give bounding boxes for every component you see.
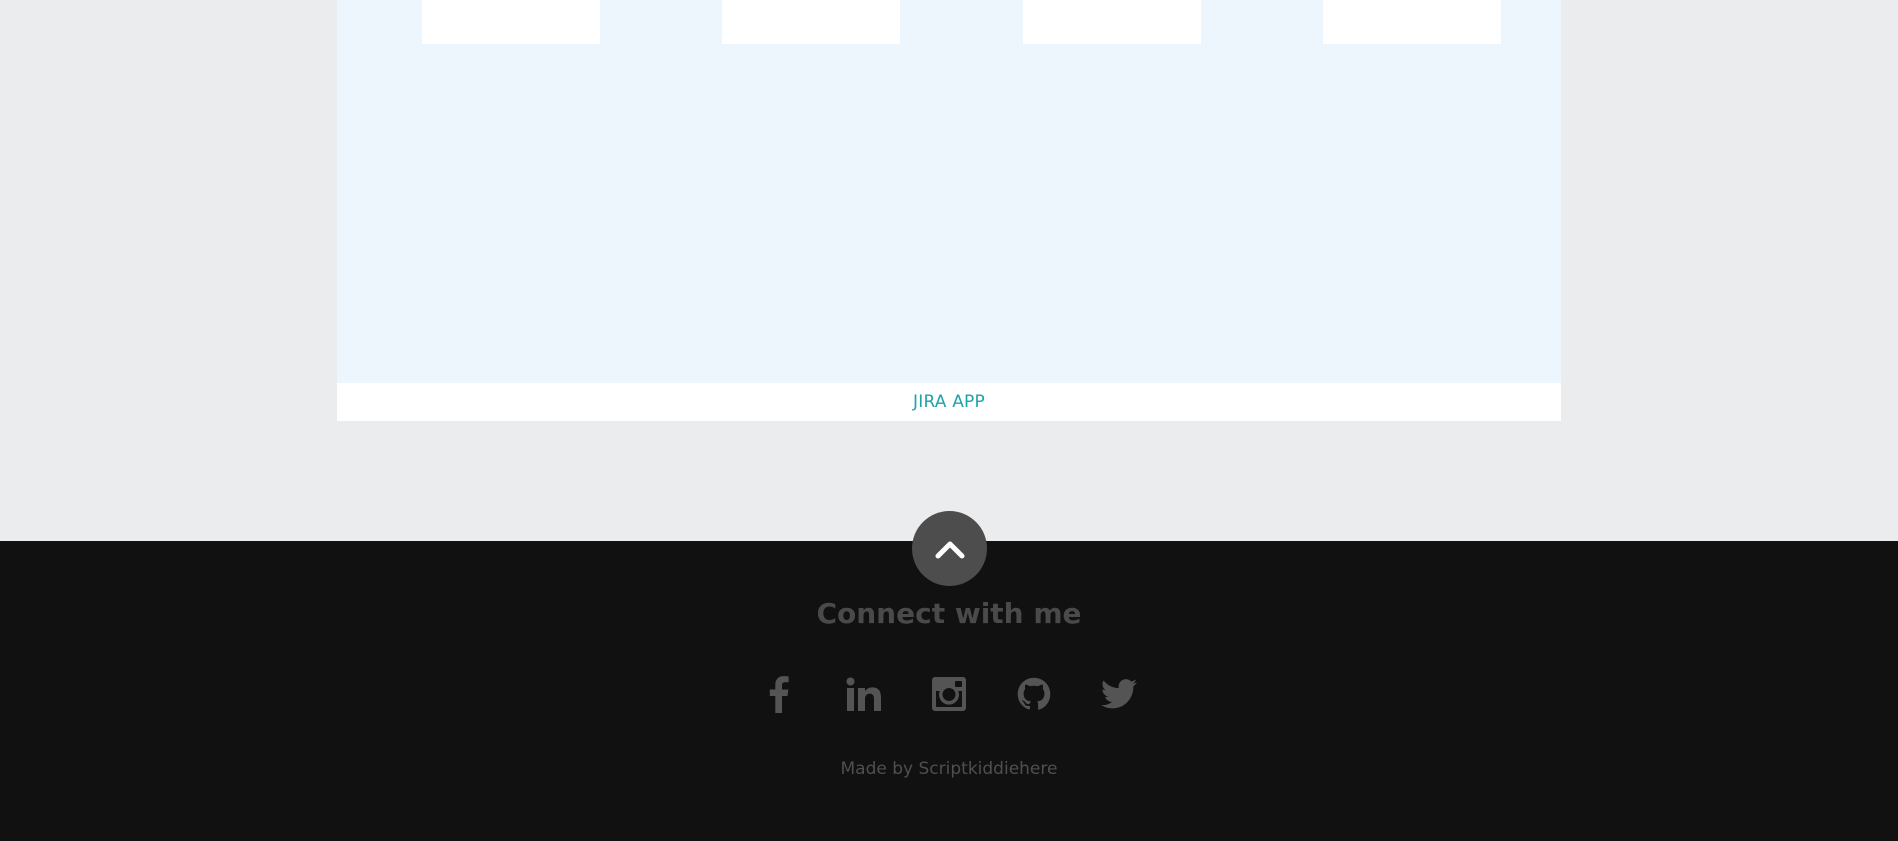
linkedin-link[interactable] — [822, 672, 907, 716]
twitter-icon — [1101, 679, 1137, 709]
back-to-top-button[interactable] — [912, 511, 987, 586]
chevron-up-icon — [935, 541, 964, 558]
project-caption: JIRA APP — [337, 383, 1561, 421]
project-card: JIRA APP — [337, 0, 1561, 421]
github-icon — [1017, 677, 1051, 710]
linkedin-icon — [846, 677, 881, 711]
preview-column — [422, 0, 600, 44]
project-preview-image — [337, 0, 1561, 383]
instagram-link[interactable] — [907, 672, 992, 716]
instagram-icon — [932, 677, 966, 711]
github-link[interactable] — [992, 672, 1077, 716]
twitter-link[interactable] — [1077, 672, 1162, 716]
preview-column — [1323, 0, 1501, 44]
footer-credit: Made by Scriptkiddiehere — [840, 759, 1058, 779]
social-links — [0, 672, 1898, 716]
preview-column — [1023, 0, 1201, 44]
facebook-icon — [769, 676, 789, 713]
project-link[interactable]: JIRA APP — [913, 392, 985, 412]
facebook-link[interactable] — [737, 672, 822, 716]
preview-column — [722, 0, 900, 44]
footer-title: Connect with me — [816, 597, 1082, 630]
page: JIRA APP Connect with me Made by Scriptk… — [0, 0, 1898, 841]
